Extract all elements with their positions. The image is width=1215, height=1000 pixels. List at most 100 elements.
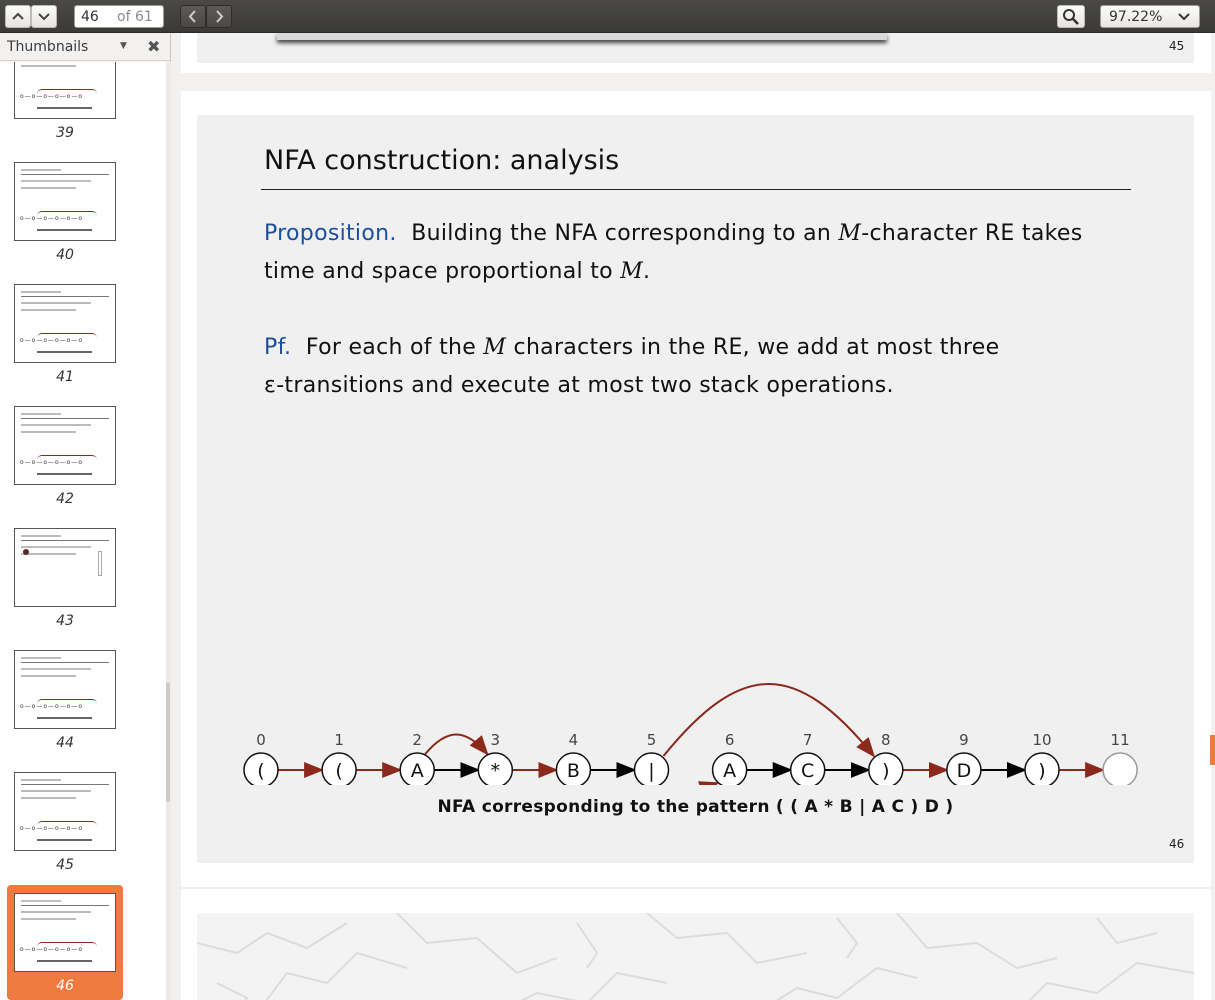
- next-page-button[interactable]: [31, 5, 57, 28]
- zoom-select[interactable]: 97.22%: [1100, 5, 1200, 28]
- toolbar: 46 of 61 97.22%: [0, 0, 1215, 33]
- page-card-current: NFA construction: analysis Proposition. …: [181, 91, 1211, 887]
- chevron-up-icon: [12, 12, 24, 20]
- document-viewer[interactable]: 45 NFA construction: analysis Propositio…: [171, 33, 1215, 1000]
- pf-text-1: For each of the: [305, 335, 484, 360]
- nfa-diagram: (0 (1 A 2 * 3 B 4 | 5 A 6 C 7) 8 D 9) 10 11: [243, 683, 1138, 785]
- nfa-state-11: [1102, 752, 1138, 785]
- thumbnail-43[interactable]: 43: [7, 520, 123, 635]
- thumbnail-image: [14, 528, 116, 607]
- page-number-input[interactable]: 46 of 61: [74, 5, 164, 28]
- prev-slide-image-edge: [277, 33, 887, 40]
- chevron-left-icon: [188, 10, 196, 23]
- nfa-state-char: A: [411, 760, 424, 782]
- nfa-state-char: D: [957, 760, 972, 782]
- thumbnail-46[interactable]: o—o—o—o—o—o 46: [7, 885, 123, 1000]
- nfa-state-char: |: [648, 760, 654, 782]
- nfa-state-index: 6: [725, 731, 735, 749]
- chevron-down-icon: [1178, 13, 1190, 21]
- prop-line2-a: time and space proportional to: [264, 259, 621, 284]
- thumbnail-page-number: 46: [56, 978, 74, 994]
- nfa-state-char: A: [723, 760, 736, 782]
- sidebar-header: Thumbnails ▼ ✖: [0, 33, 170, 61]
- thumbnail-list[interactable]: o—o—o—o—o—o 39 o—o—o—o—o—o 40 o—o—o—o—o—o 41 o…: [0, 62, 166, 1000]
- nfa-state-char: ): [1038, 760, 1045, 782]
- sidebar: Thumbnails ▼ ✖ o—o—o—o—o—o 39 o—o—o—o—o—o 4…: [0, 33, 171, 1000]
- prop-text-1: Building the NFA corresponding to an: [411, 221, 839, 246]
- thumbnail-image: o—o—o—o—o—o: [14, 406, 116, 485]
- pf-line2: ε-transitions and execute at most two st…: [264, 373, 894, 398]
- search-button[interactable]: [1057, 5, 1085, 28]
- nfa-state-index: 4: [569, 731, 579, 749]
- nfa-state-index: 3: [491, 731, 501, 749]
- thumbnail-page-number: 45: [56, 857, 74, 873]
- nfa-state-index: 11: [1111, 731, 1130, 749]
- prop-math-M: M: [838, 221, 862, 246]
- thumbnail-image: o—o—o—o—o—o: [14, 650, 116, 729]
- thumbnail-45[interactable]: o—o—o—o—o—o 45: [7, 764, 123, 879]
- thumbnail-41[interactable]: o—o—o—o—o—o 41: [7, 276, 123, 391]
- thumbnail-image: o—o—o—o—o—o: [14, 62, 116, 119]
- thumbnail-44[interactable]: o—o—o—o—o—o 44: [7, 642, 123, 757]
- proof-label: Pf.: [264, 335, 292, 360]
- back-button[interactable]: [180, 5, 206, 28]
- scrollbar-thumb[interactable]: [166, 682, 170, 802]
- page-position-marker: [1210, 735, 1215, 765]
- nfa-state-char: B: [567, 760, 580, 782]
- proposition-label: Proposition.: [264, 221, 397, 246]
- sidebar-title[interactable]: Thumbnails: [7, 39, 88, 55]
- slide-page-number: 46: [1169, 837, 1185, 851]
- thumbnail-40[interactable]: o—o—o—o—o—o 40: [7, 154, 123, 269]
- chevron-right-icon: [216, 10, 224, 23]
- pf-math-M: M: [483, 335, 507, 360]
- proposition-paragraph: Proposition. Building the NFA correspond…: [264, 215, 1124, 291]
- nfa-state-char: C: [801, 760, 814, 782]
- nfa-state-char: (: [257, 760, 264, 782]
- previous-page-button[interactable]: [5, 5, 31, 28]
- nfa-state-index: 8: [881, 731, 891, 749]
- thumbnail-39[interactable]: o—o—o—o—o—o 39: [7, 62, 123, 147]
- prev-page-number: 45: [1169, 39, 1185, 53]
- forward-button[interactable]: [206, 5, 232, 28]
- nfa-state-index: 5: [647, 731, 657, 749]
- nfa-state-index: 1: [334, 731, 344, 749]
- nfa-state-index: 9: [959, 731, 969, 749]
- nfa-state-char: ): [882, 760, 889, 782]
- thumbnail-page-number: 40: [56, 247, 74, 263]
- proof-paragraph: Pf. For each of the M characters in the …: [264, 329, 1124, 405]
- dropdown-arrow-icon[interactable]: ▼: [120, 41, 127, 51]
- thumbnail-page-number: 41: [56, 369, 74, 385]
- slide-prev: 45: [197, 33, 1194, 63]
- thumbnail-image: o—o—o—o—o—o: [14, 772, 116, 851]
- epsilon-arc-5-8: [662, 683, 876, 758]
- zoom-value: 97.22%: [1109, 9, 1163, 25]
- next-slide-texture: [196, 912, 1195, 1000]
- nfa-state-index: 10: [1032, 731, 1051, 749]
- search-icon: [1063, 9, 1079, 25]
- thumbnail-image: o—o—o—o—o—o: [14, 284, 116, 363]
- nfa-state-index: 7: [803, 731, 813, 749]
- thumbnail-page-number: 42: [56, 491, 74, 507]
- slide: NFA construction: analysis Proposition. …: [197, 115, 1194, 863]
- epsilon-arc-2-3: [424, 733, 489, 756]
- close-icon[interactable]: ✖: [147, 37, 160, 56]
- nfa-state-char: (: [335, 760, 342, 782]
- current-page[interactable]: 46: [81, 9, 99, 25]
- thumbnail-page-number: 39: [56, 125, 74, 141]
- prop-line2-b: .: [643, 259, 651, 284]
- chevron-down-icon: [38, 13, 50, 21]
- slide-next: [196, 912, 1195, 1000]
- nfa-state-char: *: [491, 760, 501, 782]
- thumbnail-image: o—o—o—o—o—o: [14, 893, 116, 972]
- thumbnail-42[interactable]: o—o—o—o—o—o 42: [7, 398, 123, 513]
- prop-text-2: -character RE takes: [861, 221, 1083, 246]
- page-card-prev: 45: [181, 33, 1211, 73]
- thumbnail-image: o—o—o—o—o—o: [14, 162, 116, 241]
- nfa-state-index: 0: [256, 731, 266, 749]
- diagram-caption: NFA corresponding to the pattern ( ( A *…: [437, 797, 954, 817]
- pf-text-2: characters in the RE, we add at most thr…: [506, 335, 1000, 360]
- title-rule: [261, 189, 1131, 190]
- thumbnail-page-number: 43: [56, 613, 74, 629]
- slide-title: NFA construction: analysis: [264, 145, 620, 176]
- prop-line2-M: M: [620, 259, 644, 284]
